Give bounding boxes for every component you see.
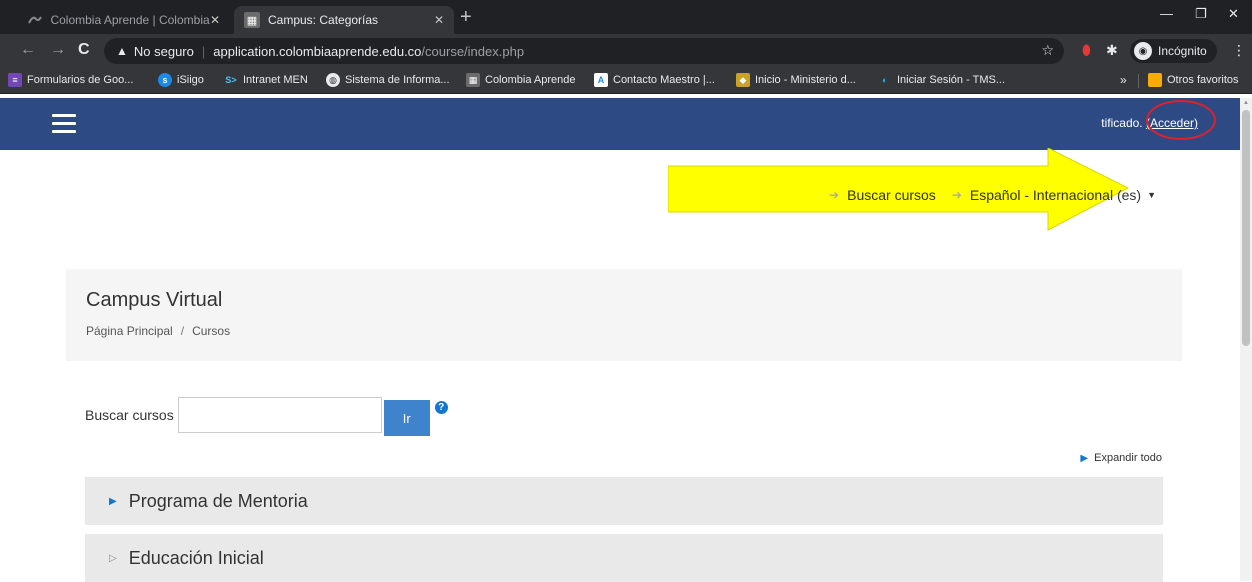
bookmark-item[interactable]: ◍ Sistema de Informa... [326, 73, 450, 87]
tms-icon: ◐ [882, 75, 888, 85]
more-bookmarks-icon[interactable]: » [1120, 73, 1127, 87]
language-menu[interactable]: ➔ Español - Internacional (es) ▼ [952, 187, 1156, 203]
google-forms-icon: ≡ [8, 73, 22, 87]
search-courses-link[interactable]: ➔ Buscar cursos [829, 187, 936, 203]
course-search-input[interactable] [177, 397, 382, 433]
siigo-icon: s [158, 73, 172, 87]
tab-colombia-aprende[interactable]: Colombia Aprende | Colombia Ap ✕ [18, 6, 230, 34]
forward-icon[interactable]: → [50, 41, 66, 59]
expand-triangle-icon: ▶ [109, 495, 117, 507]
site-navbar: tificado. (Acceder) [0, 98, 1240, 150]
ministerio-icon: ◆ [736, 73, 750, 87]
breadcrumb-courses[interactable]: Cursos [192, 324, 230, 338]
folder-icon [1148, 73, 1162, 87]
tab-title: Colombia Aprende | Colombia Ap [50, 13, 210, 27]
back-icon[interactable]: ← [20, 41, 36, 59]
scrollbar-thumb[interactable] [1242, 110, 1250, 346]
page-header: Campus Virtual Página Principal / Cursos [66, 269, 1182, 361]
reload-icon[interactable]: C [78, 41, 90, 59]
bookmark-item[interactable]: ◐ Iniciar Sesión - TMS... [878, 73, 1005, 87]
restore-icon[interactable]: ❐ [1195, 6, 1207, 22]
new-tab-icon[interactable]: + [460, 6, 472, 29]
expand-all-link[interactable]: ▶ Expandir todo [1080, 452, 1162, 464]
incognito-profile-button[interactable]: ◉ Incógnito [1130, 39, 1217, 63]
close-tab-icon[interactable]: ✕ [210, 13, 220, 27]
extensions-puzzle-icon[interactable]: ✱ [1106, 42, 1118, 59]
close-tab-icon[interactable]: ✕ [434, 13, 444, 27]
category-name: Programa de Mentoria [128, 490, 308, 511]
page-scrollbar[interactable]: ▲ [1240, 98, 1252, 581]
security-label: No seguro [133, 43, 194, 59]
hamburger-menu-icon[interactable] [52, 114, 76, 134]
top-links: ➔ Buscar cursos ➔ Español - Internaciona… [829, 187, 1172, 203]
url-path: /course/index.php [421, 43, 525, 59]
arrow-right-icon: ➔ [829, 188, 840, 202]
bookmark-item[interactable]: ▦ Colombia Aprende [466, 73, 576, 87]
breadcrumb: Página Principal / Cursos [86, 324, 231, 338]
bookmark-item[interactable]: ◆ Inicio - Ministerio d... [736, 73, 856, 87]
course-search-form: Buscar cursos Ir ? [85, 397, 448, 436]
profile-label: Incógnito [1158, 44, 1207, 58]
annotation-circle [1146, 100, 1216, 140]
bookmark-item[interactable]: S> Intranet MEN [224, 73, 307, 87]
bookmarks-bar: ≡ Formularios de Goo... s iSiigo S> Intr… [0, 68, 1252, 94]
browser-menu-icon[interactable]: ⋮ [1232, 42, 1246, 59]
url-host: application.colombiaaprende.edu.co [213, 43, 422, 59]
annotation-arrow-icon [668, 148, 1130, 231]
bookmark-item[interactable]: A Contacto Maestro |... [594, 73, 715, 87]
category-educacion-inicial[interactable]: ▷ Educación Inicial [85, 534, 1163, 582]
other-bookmarks-folder[interactable]: Otros favoritos [1148, 73, 1239, 87]
breadcrumb-home[interactable]: Página Principal [86, 324, 173, 338]
intranet-icon: S> [225, 75, 237, 85]
address-bar[interactable]: ▲ No seguro | application.colombiaaprend… [104, 38, 1064, 64]
contacto-maestro-icon: A [594, 73, 608, 87]
incognito-icon: ◉ [1134, 42, 1152, 60]
tab-campus-categorias[interactable]: ▦ Campus: Categorías ✕ [234, 6, 454, 34]
search-label: Buscar cursos [85, 407, 174, 423]
colombia-aprende-favicon-icon [28, 12, 43, 28]
bookmark-item[interactable]: s iSiigo [158, 73, 204, 87]
bookmark-item[interactable]: ≡ Formularios de Goo... [8, 73, 133, 87]
campus-favicon-icon: ▦ [244, 12, 260, 28]
category-name: Educación Inicial [128, 547, 264, 568]
minimize-icon[interactable]: — [1160, 6, 1173, 21]
web-page: tificado. (Acceder) ▲ ➔ Buscar cursos ➔ … [0, 94, 1252, 582]
search-go-button[interactable]: Ir [383, 400, 430, 436]
category-programa-de-mentoria[interactable]: ▶ Programa de Mentoria [85, 477, 1163, 525]
tab-title: Campus: Categorías [268, 13, 379, 27]
warning-icon: ▲ [116, 44, 128, 58]
arrow-right-icon: ➔ [951, 188, 962, 202]
page-title: Campus Virtual [86, 289, 223, 311]
collapsed-triangle-icon: ▷ [109, 552, 117, 564]
bookmark-star-icon[interactable]: ☆ [1041, 42, 1054, 59]
close-window-icon[interactable]: ✕ [1228, 6, 1239, 22]
extension-shield-icon[interactable]: ⬮ [1082, 42, 1091, 59]
colombia-aprende-icon: ▦ [466, 73, 480, 87]
browser-tabstrip: Colombia Aprende | Colombia Ap ✕ ▦ Campu… [0, 0, 1252, 34]
triangle-right-icon: ▶ [1080, 452, 1089, 464]
globe-icon: ◍ [326, 73, 340, 87]
caret-down-icon: ▼ [1147, 190, 1156, 200]
help-icon[interactable]: ? [434, 401, 448, 414]
browser-toolbar: ← → C ▲ No seguro | application.colombia… [0, 34, 1252, 68]
